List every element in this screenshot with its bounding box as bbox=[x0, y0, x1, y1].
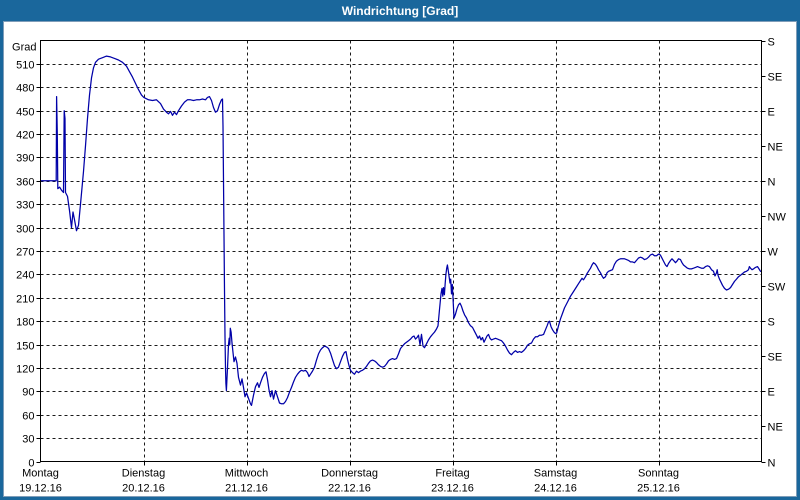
day-name-label: Sonntag bbox=[638, 468, 679, 480]
compass-label: NE bbox=[768, 422, 783, 434]
day-name-label: Freitag bbox=[435, 468, 469, 480]
compass-label: SE bbox=[768, 72, 783, 84]
day-date-label: 22.12.16 bbox=[328, 483, 371, 495]
day-date-label: 25.12.16 bbox=[637, 483, 680, 495]
day-name-label: Samstag bbox=[534, 468, 577, 480]
window-title: Windrichtung [Grad] bbox=[341, 3, 459, 18]
y-tick-label: 420 bbox=[16, 130, 34, 142]
y-tick-label: 60 bbox=[22, 411, 34, 423]
chart-panel: 0 30 60 90 120 150 180 210 240 270 300 330 360 390 420… bbox=[3, 21, 797, 497]
y-tick-label: 120 bbox=[16, 364, 34, 376]
compass-label: S bbox=[768, 317, 775, 329]
day-name-label: Donnerstag bbox=[321, 468, 378, 480]
y-tick-label: 510 bbox=[16, 60, 34, 72]
y-tick-label: 210 bbox=[16, 294, 34, 306]
compass-label: E bbox=[768, 387, 775, 399]
day-name-label: Dienstag bbox=[122, 468, 165, 480]
y-tick-label: 480 bbox=[16, 83, 34, 95]
wind-direction-line bbox=[39, 55, 762, 407]
day-date-label: 20.12.16 bbox=[122, 483, 165, 495]
compass-label: N bbox=[768, 177, 776, 189]
y-tick-label: 390 bbox=[16, 153, 34, 165]
compass-label: E bbox=[768, 107, 775, 119]
compass-label: S bbox=[768, 37, 775, 49]
compass-label: SW bbox=[768, 282, 786, 294]
day-date-label: 23.12.16 bbox=[431, 483, 474, 495]
y-tick-label: 270 bbox=[16, 247, 34, 259]
y-tick-label: 240 bbox=[16, 270, 34, 282]
day-date-label: 19.12.16 bbox=[19, 483, 62, 495]
y-tick-label: 180 bbox=[16, 317, 34, 329]
wind-direction-chart: 0306090120150180210240270300330360390420… bbox=[12, 37, 787, 495]
y-tick-label: 30 bbox=[22, 434, 34, 446]
y-axis-unit-label: Grad bbox=[12, 42, 36, 54]
y-tick-label: 150 bbox=[16, 341, 34, 353]
y-tick-label: 360 bbox=[16, 177, 34, 189]
y-tick-label: 330 bbox=[16, 200, 34, 212]
y-tick-label: 450 bbox=[16, 107, 34, 119]
y-tick-label: 90 bbox=[22, 387, 34, 399]
compass-label: NW bbox=[768, 212, 787, 224]
compass-label: SE bbox=[768, 352, 783, 364]
app-window: Windrichtung [Grad] 0 30 60 90 120 150 180 210 2… bbox=[0, 0, 800, 500]
compass-label: NE bbox=[768, 142, 783, 154]
day-date-label: 21.12.16 bbox=[225, 483, 268, 495]
compass-label: N bbox=[768, 458, 776, 470]
y-tick-label: 300 bbox=[16, 224, 34, 236]
compass-label: W bbox=[768, 247, 779, 259]
title-bar: Windrichtung [Grad] bbox=[0, 0, 800, 21]
day-name-label: Mittwoch bbox=[225, 468, 268, 480]
day-date-label: 24.12.16 bbox=[534, 483, 577, 495]
day-name-label: Montag bbox=[22, 468, 59, 480]
